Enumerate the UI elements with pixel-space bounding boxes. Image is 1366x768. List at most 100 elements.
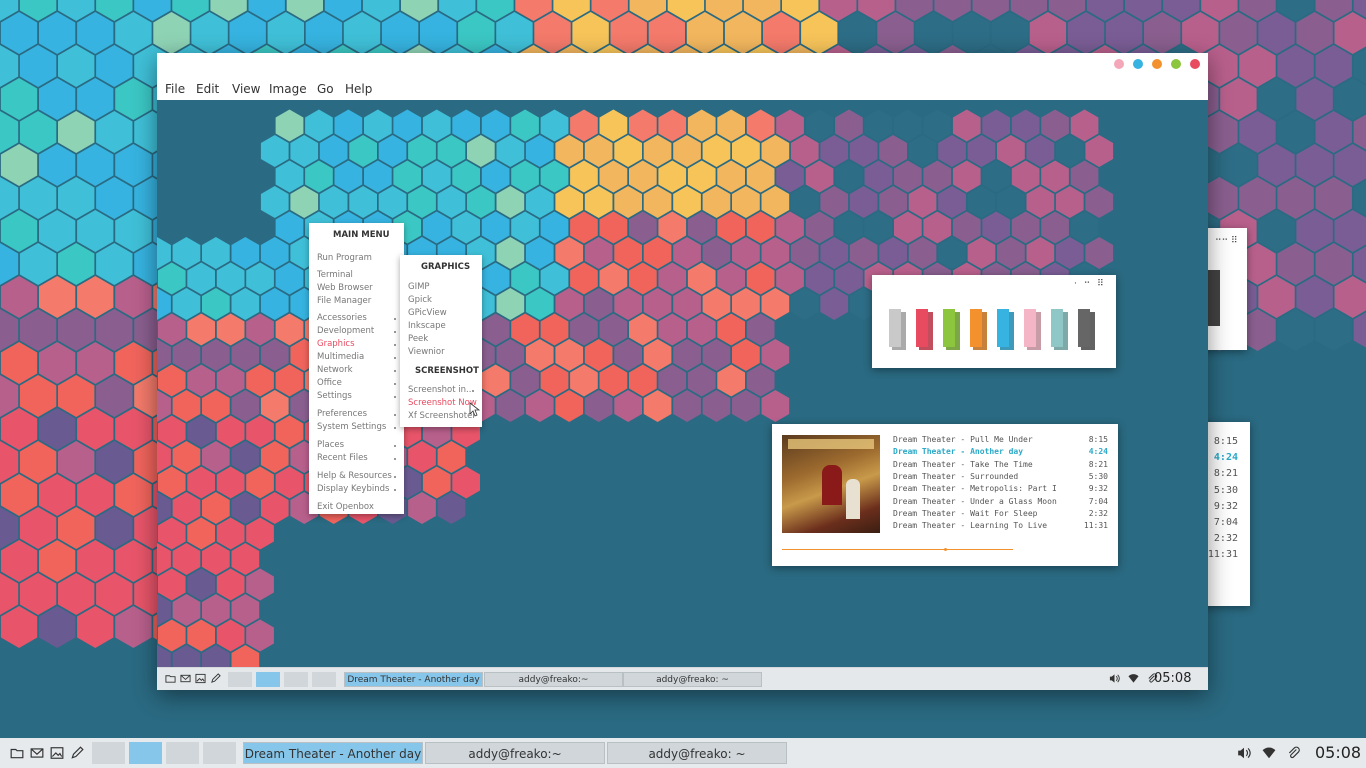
menu-file[interactable]: File bbox=[165, 82, 185, 96]
task-button-1[interactable]: Dream Theater - Another day bbox=[344, 672, 483, 687]
folder-icon[interactable] bbox=[10, 746, 24, 760]
paperclip-icon[interactable] bbox=[1287, 746, 1301, 760]
menu-item-inkscape[interactable]: Inkscape bbox=[408, 321, 446, 331]
playlist-track-title[interactable]: Dream Theater - Metropolis: Part I bbox=[893, 484, 1057, 493]
hexagon-tile bbox=[938, 186, 966, 218]
workspace-1-button[interactable] bbox=[228, 672, 252, 687]
window-green-button[interactable] bbox=[1171, 59, 1181, 69]
hexagon-tile bbox=[997, 135, 1025, 167]
menu-item-screenshot-now[interactable]: Screenshot Now bbox=[408, 398, 477, 408]
menu-item-xf-screenshoter[interactable]: Xf Screenshoter bbox=[408, 411, 476, 421]
menu-item-places[interactable]: Places bbox=[317, 440, 344, 450]
menu-item-accessories[interactable]: Accessories bbox=[317, 313, 367, 323]
workspace-3-button[interactable] bbox=[166, 742, 199, 764]
hexagon-tile bbox=[202, 237, 230, 269]
pen-icon[interactable] bbox=[210, 673, 221, 684]
folder-icon[interactable] bbox=[165, 673, 176, 684]
menu-image[interactable]: Image bbox=[269, 82, 307, 96]
volume-icon[interactable] bbox=[1109, 673, 1120, 684]
menu-item-graphics[interactable]: Graphics bbox=[317, 339, 355, 349]
menu-item-settings[interactable]: Settings bbox=[317, 391, 352, 401]
task-button-2[interactable]: addy@freako:~ bbox=[484, 672, 623, 687]
menu-go[interactable]: Go bbox=[317, 82, 334, 96]
wifi-icon[interactable] bbox=[1262, 746, 1276, 760]
task-button-1[interactable]: Dream Theater - Another day bbox=[243, 742, 423, 764]
menu-item-office[interactable]: Office bbox=[317, 378, 342, 388]
playlist-track-title[interactable]: Dream Theater - Learning To Live bbox=[893, 521, 1047, 530]
menu-item-web-browser[interactable]: Web Browser bbox=[317, 283, 373, 293]
menu-view[interactable]: View bbox=[232, 82, 260, 96]
hexagon-tile bbox=[908, 237, 937, 269]
workspace-1-button[interactable] bbox=[92, 742, 125, 764]
menu-edit[interactable]: Edit bbox=[196, 82, 219, 96]
hexagon-tile bbox=[19, 177, 57, 219]
menu-item-file-manager[interactable]: File Manager bbox=[317, 296, 371, 306]
titlebar[interactable] bbox=[157, 53, 1208, 75]
menu-item-screenshot-in-[interactable]: Screenshot in.. bbox=[408, 385, 471, 395]
hexagon-tile bbox=[1055, 135, 1084, 167]
volume-icon[interactable] bbox=[1237, 746, 1251, 760]
workspace-4-button[interactable] bbox=[203, 742, 236, 764]
menu-item-terminal[interactable]: Terminal bbox=[317, 270, 353, 280]
color-swatch[interactable] bbox=[1051, 309, 1063, 347]
menu-item-multimedia[interactable]: Multimedia bbox=[317, 352, 364, 362]
task-button-3[interactable]: addy@freako: ~ bbox=[607, 742, 787, 764]
color-swatch[interactable] bbox=[916, 309, 928, 347]
window-red-button[interactable] bbox=[1190, 59, 1200, 69]
menu-item-display-keybinds[interactable]: Display Keybinds bbox=[317, 484, 389, 494]
workspace-2-button[interactable] bbox=[256, 672, 280, 687]
workspace-3-button[interactable] bbox=[284, 672, 308, 687]
menu-item-network[interactable]: Network bbox=[317, 365, 353, 375]
menu-help[interactable]: Help bbox=[345, 82, 372, 96]
menu-item-peek[interactable]: Peek bbox=[408, 334, 428, 344]
menu-item-recent-files[interactable]: Recent Files bbox=[317, 453, 368, 463]
playlist-track-title[interactable]: Dream Theater - Take The Time bbox=[893, 460, 1033, 469]
hexagon-tile bbox=[39, 342, 76, 384]
workspace-2-button[interactable] bbox=[129, 742, 162, 764]
color-swatch[interactable] bbox=[1078, 309, 1090, 347]
hexagon-tile bbox=[525, 288, 554, 320]
mail-icon[interactable] bbox=[30, 746, 44, 760]
playlist-track-title[interactable]: Dream Theater - Surrounded bbox=[893, 472, 1018, 481]
playlist-track-title[interactable]: Dream Theater - Under a Glass Moon bbox=[893, 497, 1057, 506]
color-swatch[interactable] bbox=[997, 309, 1009, 347]
playlist-track-title[interactable]: Dream Theater - Another day bbox=[893, 447, 1023, 456]
submenu-arrow-icon bbox=[394, 344, 396, 346]
task-button-2[interactable]: addy@freako:~ bbox=[425, 742, 605, 764]
image-icon[interactable] bbox=[195, 673, 206, 684]
hexagon-tile bbox=[1067, 12, 1105, 54]
hexagon-tile bbox=[58, 441, 95, 483]
window-pink-button[interactable] bbox=[1114, 59, 1124, 69]
window-blue-button[interactable] bbox=[1133, 59, 1143, 69]
menu-item-viewnior[interactable]: Viewnior bbox=[408, 347, 445, 357]
progress-thumb[interactable] bbox=[943, 548, 947, 551]
menu-item-gpicview[interactable]: GPicView bbox=[408, 308, 447, 318]
window-orange-button[interactable] bbox=[1152, 59, 1162, 69]
menu-item-exit-openbox[interactable]: Exit Openbox bbox=[317, 502, 374, 512]
playlist-track-title[interactable]: Dream Theater - Wait For Sleep bbox=[893, 509, 1038, 518]
color-swatch[interactable] bbox=[970, 309, 982, 347]
color-swatch[interactable] bbox=[889, 309, 901, 347]
task-button-3[interactable]: addy@freako: ~ bbox=[623, 672, 762, 687]
menu-item-preferences[interactable]: Preferences bbox=[317, 409, 367, 419]
hexagon-tile bbox=[408, 186, 436, 218]
menu-item-system-settings[interactable]: System Settings bbox=[317, 422, 386, 432]
mail-icon[interactable] bbox=[180, 673, 191, 684]
menu-item-gpick[interactable]: Gpick bbox=[408, 295, 432, 305]
hexagon-tile bbox=[599, 160, 628, 193]
hexagon-tile bbox=[761, 288, 790, 320]
menu-item-help-resources[interactable]: Help & Resources bbox=[317, 471, 392, 481]
image-icon[interactable] bbox=[50, 746, 64, 760]
menu-item-run-program[interactable]: Run Program bbox=[317, 253, 372, 263]
workspace-4-button[interactable] bbox=[312, 672, 336, 687]
color-swatch[interactable] bbox=[943, 309, 955, 347]
menu-item-gimp[interactable]: GIMP bbox=[408, 282, 430, 292]
hexagon-tile bbox=[246, 313, 274, 346]
color-swatch[interactable] bbox=[1024, 309, 1036, 347]
wifi-icon[interactable] bbox=[1128, 673, 1139, 684]
pen-icon[interactable] bbox=[70, 746, 84, 760]
hexagon-tile bbox=[19, 573, 57, 615]
menu-item-development[interactable]: Development bbox=[317, 326, 374, 336]
playlist-track-title[interactable]: Dream Theater - Pull Me Under bbox=[893, 435, 1033, 444]
progress-track[interactable] bbox=[782, 549, 1013, 550]
